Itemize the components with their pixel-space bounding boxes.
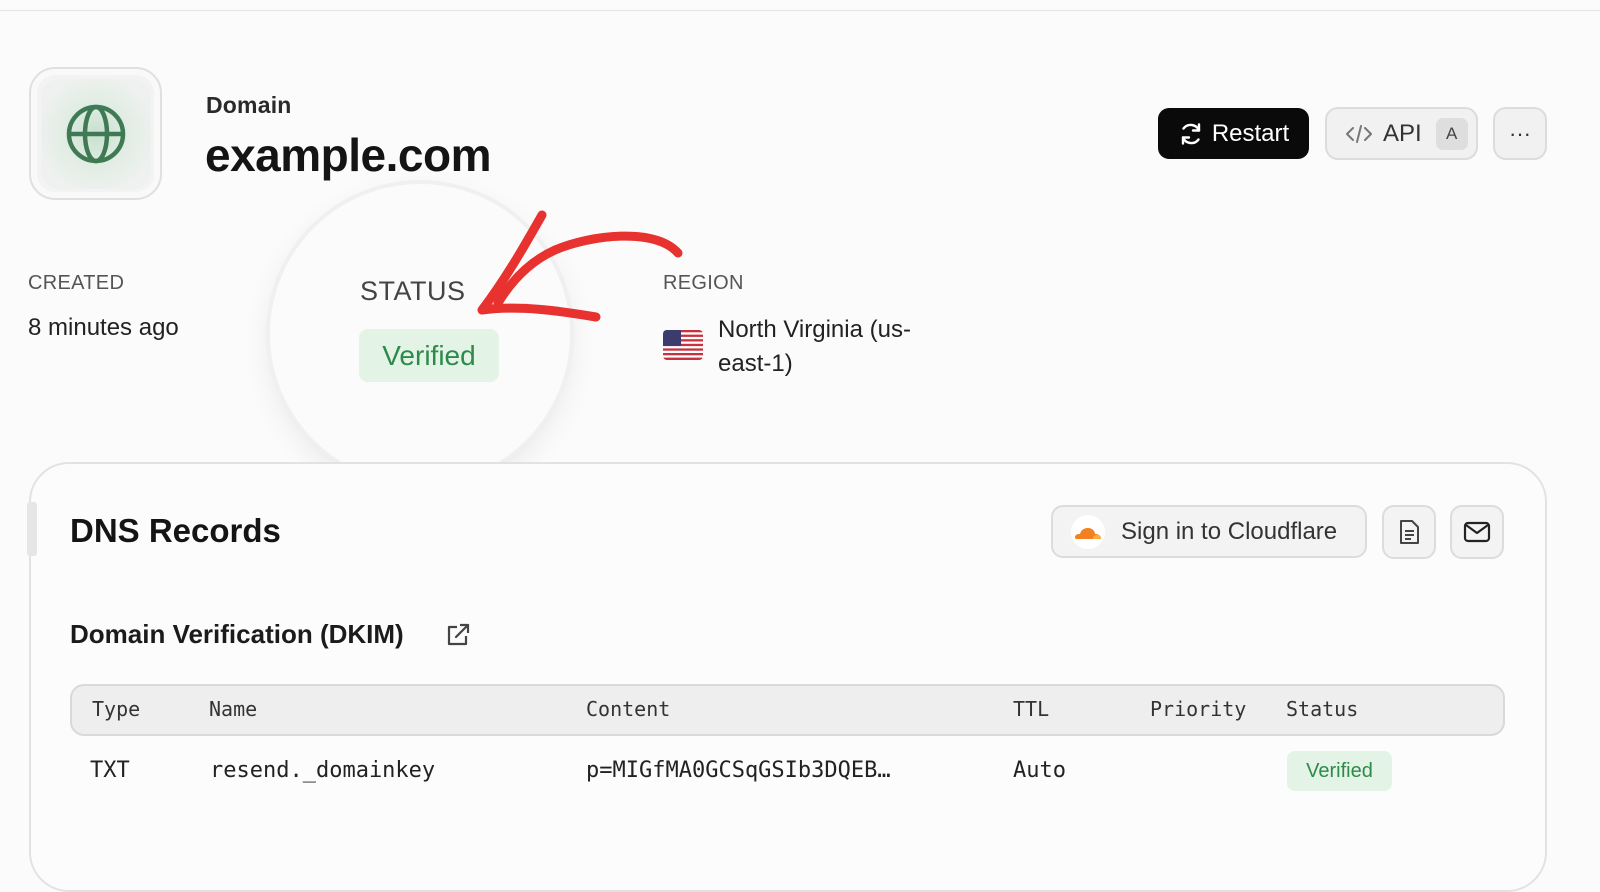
cell-type: TXT	[90, 758, 130, 783]
restart-label: Restart	[1211, 119, 1290, 147]
ellipsis-icon: ···	[1509, 120, 1531, 146]
top-divider	[0, 0, 1600, 11]
page-title: example.com	[205, 129, 491, 181]
more-options-button[interactable]: ···	[1493, 107, 1547, 160]
document-button[interactable]	[1382, 505, 1436, 559]
mail-icon	[1463, 521, 1491, 543]
cloudflare-signin-button[interactable]: Sign in to Cloudflare	[1051, 505, 1367, 558]
cell-ttl: Auto	[1013, 758, 1066, 783]
dns-records-title: DNS Records	[70, 512, 281, 549]
refresh-icon	[1181, 122, 1201, 145]
created-value: 8 minutes ago	[28, 314, 179, 341]
dkim-section-title: Domain Verification (DKIM)	[70, 619, 404, 649]
status-badge: Verified	[359, 329, 499, 382]
email-button[interactable]	[1450, 505, 1504, 559]
status-label: STATUS	[360, 276, 466, 306]
cloudflare-icon	[1071, 514, 1105, 549]
us-flag-icon	[663, 330, 703, 360]
globe-icon	[66, 104, 125, 163]
column-header-type[interactable]: Type	[92, 697, 140, 721]
restart-button[interactable]: Restart	[1158, 108, 1309, 159]
region-label: REGION	[663, 272, 744, 294]
domain-label: Domain	[206, 92, 292, 118]
api-label: API	[1383, 119, 1422, 147]
column-header-content[interactable]: Content	[586, 697, 670, 721]
api-button[interactable]: API A	[1325, 107, 1478, 160]
cell-content[interactable]: p=MIGfMA0GCSqGSIb3DQEB…	[586, 758, 891, 783]
shortcut-badge: A	[1435, 117, 1468, 150]
region-value: North Virginia (us-east-1)	[718, 316, 911, 377]
cloudflare-label: Sign in to Cloudflare	[1121, 517, 1338, 545]
document-icon	[1400, 520, 1419, 544]
created-label: CREATED	[28, 272, 125, 294]
column-header-ttl[interactable]: TTL	[1013, 697, 1049, 721]
column-header-priority[interactable]: Priority	[1150, 697, 1246, 721]
record-status-badge: Verified	[1287, 751, 1392, 791]
code-icon	[1346, 124, 1372, 143]
external-link-icon[interactable]	[445, 622, 471, 648]
card-tab-marker	[27, 502, 37, 556]
domain-logo	[29, 67, 162, 200]
column-header-name[interactable]: Name	[209, 697, 257, 721]
cell-name[interactable]: resend._domainkey	[210, 758, 435, 783]
column-header-status[interactable]: Status	[1286, 697, 1358, 721]
